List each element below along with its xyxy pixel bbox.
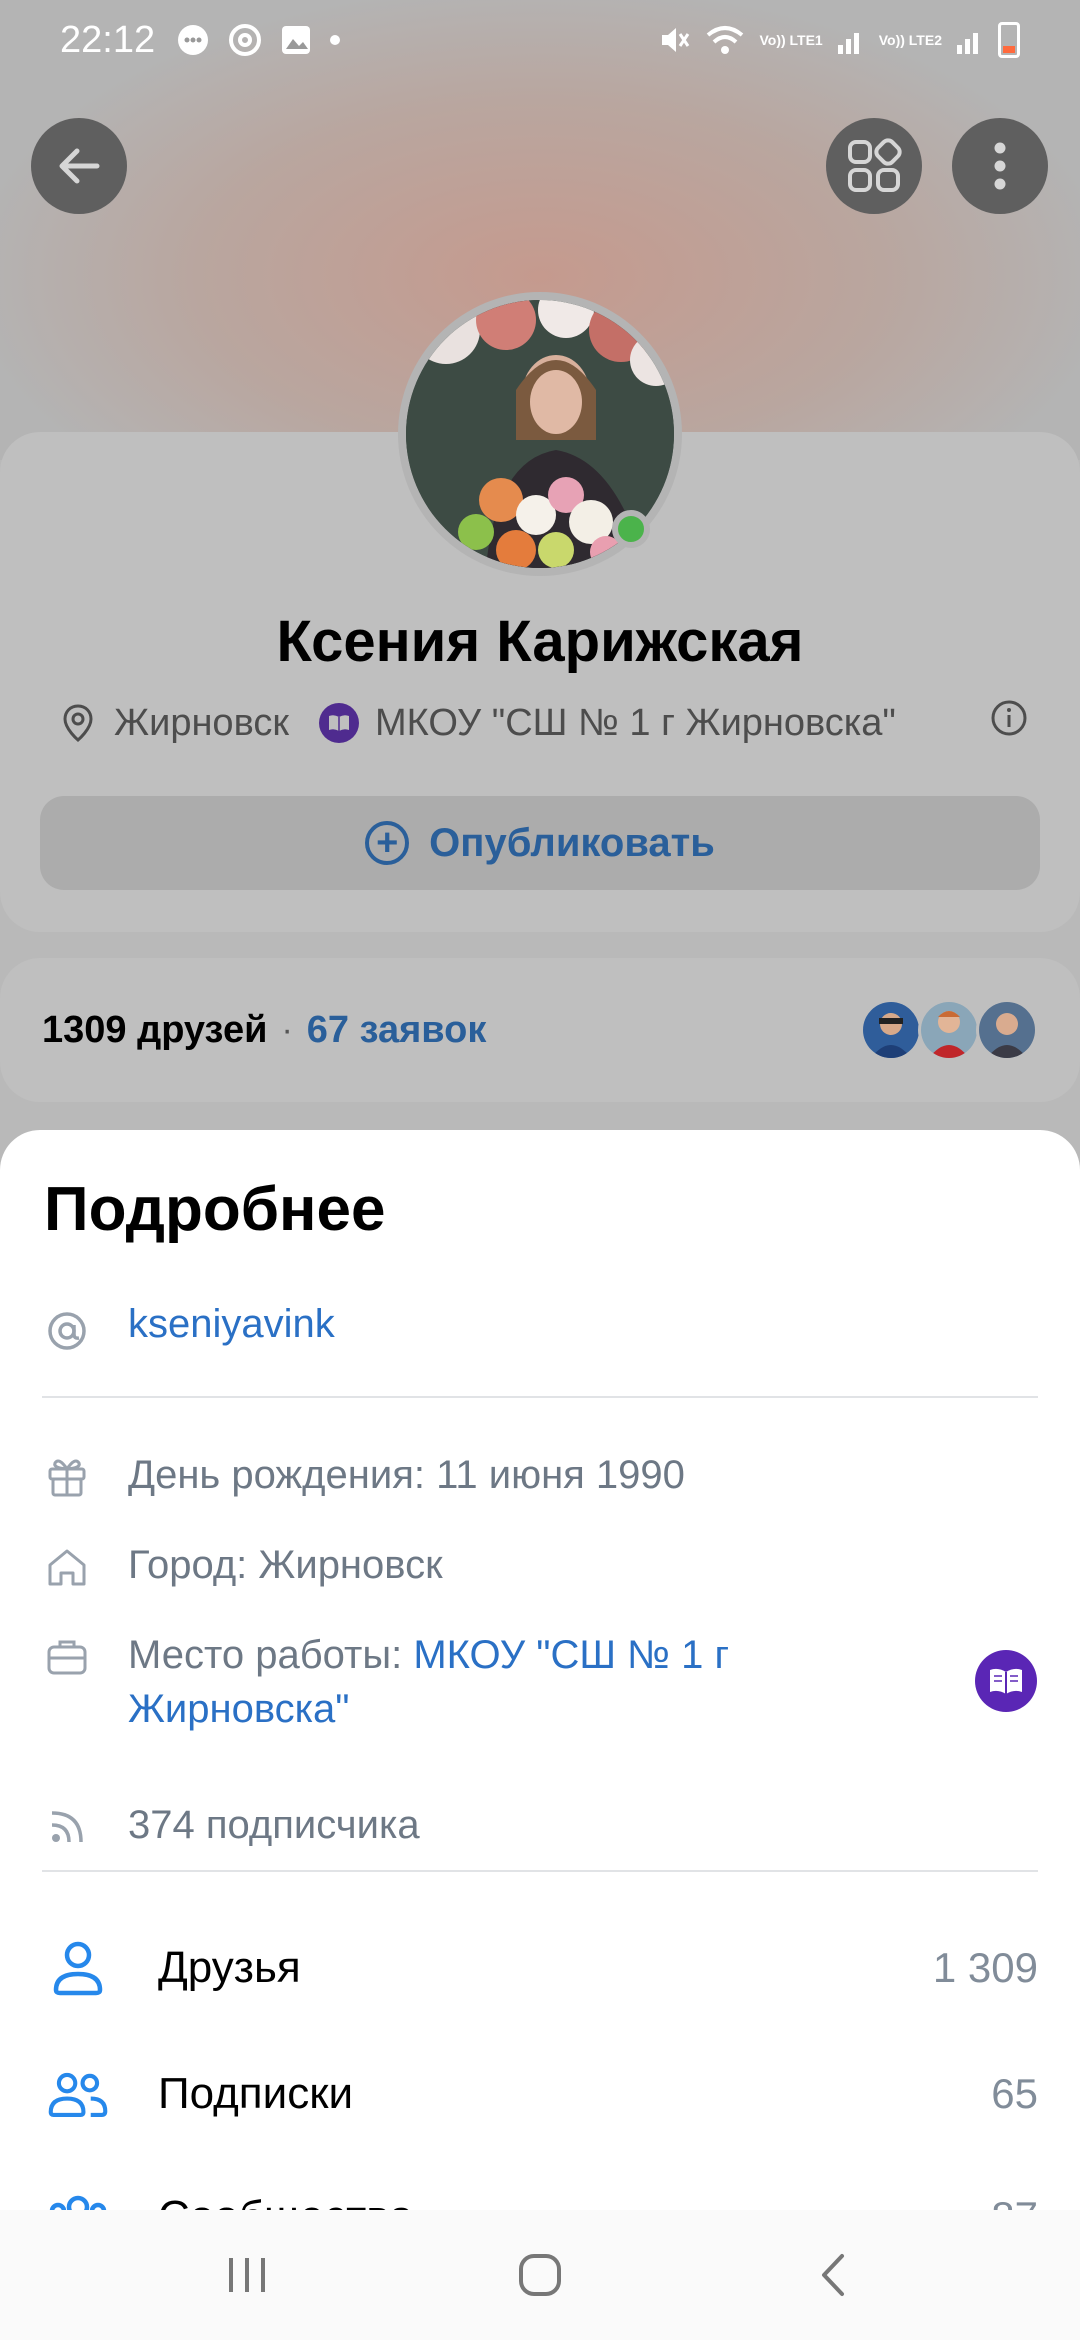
at-sign-icon (42, 1306, 92, 1356)
status-bar: 22:12 Vo)) LTE1 Vo)) LTE2 (0, 0, 1080, 80)
profile-school[interactable]: МКОУ "СШ № 1 г Жирновска" (375, 702, 896, 745)
divider (42, 1396, 1038, 1398)
home-circle-icon (518, 2254, 561, 2296)
school-badge-icon (318, 703, 359, 743)
divider (42, 1870, 1038, 1872)
chevron-left-icon (822, 2254, 845, 2296)
system-back-button[interactable] (773, 2235, 893, 2315)
friend-avatar (976, 999, 1038, 1061)
profile-name: Ксения Карижская (276, 609, 804, 674)
network-label-1: Vo)) LTE1 (759, 32, 823, 48)
network-label-2: Vo)) LTE2 (878, 32, 942, 48)
profile-city[interactable]: Жирновск (114, 702, 289, 745)
details-sheet: Подробнее kseniyavink День рождения: 11 … (0, 1130, 1080, 2210)
rss-icon (42, 1802, 92, 1852)
chat-bubble-icon (178, 25, 209, 55)
status-notification-icons (175, 22, 341, 58)
friend-avatar (918, 999, 980, 1061)
more-button[interactable] (952, 118, 1048, 214)
mute-icon (662, 28, 690, 52)
publish-label: Опубликовать (429, 820, 715, 865)
nav-row-subscriptions[interactable]: Подписки 65 (0, 2039, 1080, 2149)
school-badge-icon[interactable] (975, 1650, 1037, 1712)
nav-count: 87 (991, 2193, 1038, 2210)
battery-icon (998, 22, 1020, 58)
profile-background: 22:12 Vo)) LTE1 Vo)) LTE2 Ксения Карижск… (0, 0, 1080, 1200)
friends-bar[interactable]: 1309 друзей · 67 заявок (0, 958, 1080, 1102)
signal-icon-2 (957, 33, 978, 54)
signal-icon (837, 33, 859, 54)
recent-apps-icon (228, 2258, 265, 2292)
apps-button[interactable] (826, 118, 922, 214)
sheet-title: Подробнее (44, 1175, 386, 1244)
work-text: Место работы: МКОУ "СШ № 1 г Жирновска" (128, 1628, 948, 1736)
online-indicator (612, 510, 650, 548)
gift-icon (42, 1452, 92, 1502)
more-vertical-icon (994, 142, 1006, 190)
friends-count[interactable]: 1309 друзей (42, 1009, 267, 1052)
apps-grid-icon (848, 138, 902, 192)
wifi-icon (707, 26, 744, 54)
back-button[interactable] (31, 118, 127, 214)
nav-row-communities[interactable]: Сообщества 87 (0, 2162, 1080, 2210)
user-icon (48, 1938, 108, 1998)
at-sign-icon (229, 24, 262, 56)
location-pin-icon (58, 704, 98, 742)
home-icon (42, 1542, 92, 1592)
plus-circle-icon: + (365, 821, 410, 865)
arrow-left-icon (59, 148, 100, 184)
image-icon (282, 26, 311, 54)
friend-requests[interactable]: 67 заявок (307, 1009, 487, 1052)
separator: · (281, 1010, 293, 1049)
nav-label: Друзья (158, 1943, 301, 1992)
nav-label: Сообщества (158, 2192, 414, 2210)
home-button[interactable] (480, 2235, 600, 2315)
nav-row-friends[interactable]: Друзья 1 309 (0, 1913, 1080, 2023)
dot-icon (330, 35, 341, 45)
nav-label: Подписки (158, 2069, 354, 2118)
publish-button[interactable]: + Опубликовать (40, 796, 1040, 890)
city-text: Город: Жирновск (128, 1543, 443, 1587)
birthday-text: День рождения: 11 июня 1990 (128, 1453, 685, 1497)
status-system-icons: Vo)) LTE1 Vo)) LTE2 (657, 22, 1020, 58)
profile-meta: Жирновск МКОУ "СШ № 1 г Жирновска" (58, 695, 1028, 751)
nav-count: 65 (991, 2070, 1038, 2117)
friend-avatars (860, 999, 1038, 1061)
work-label: Место работы: (128, 1633, 414, 1677)
subscribers-text: 374 подписчика (128, 1803, 420, 1847)
system-nav-bar (0, 2210, 1080, 2340)
status-time: 22:12 (60, 18, 156, 61)
nav-count: 1 309 (932, 1944, 1038, 1991)
briefcase-icon (42, 1632, 92, 1682)
username-link[interactable]: kseniyavink (128, 1302, 335, 1347)
users-icon (48, 2064, 108, 2124)
communities-icon (48, 2187, 108, 2210)
recent-apps-button[interactable] (187, 2235, 307, 2315)
friend-avatar (860, 999, 922, 1061)
info-icon[interactable] (990, 699, 1028, 747)
